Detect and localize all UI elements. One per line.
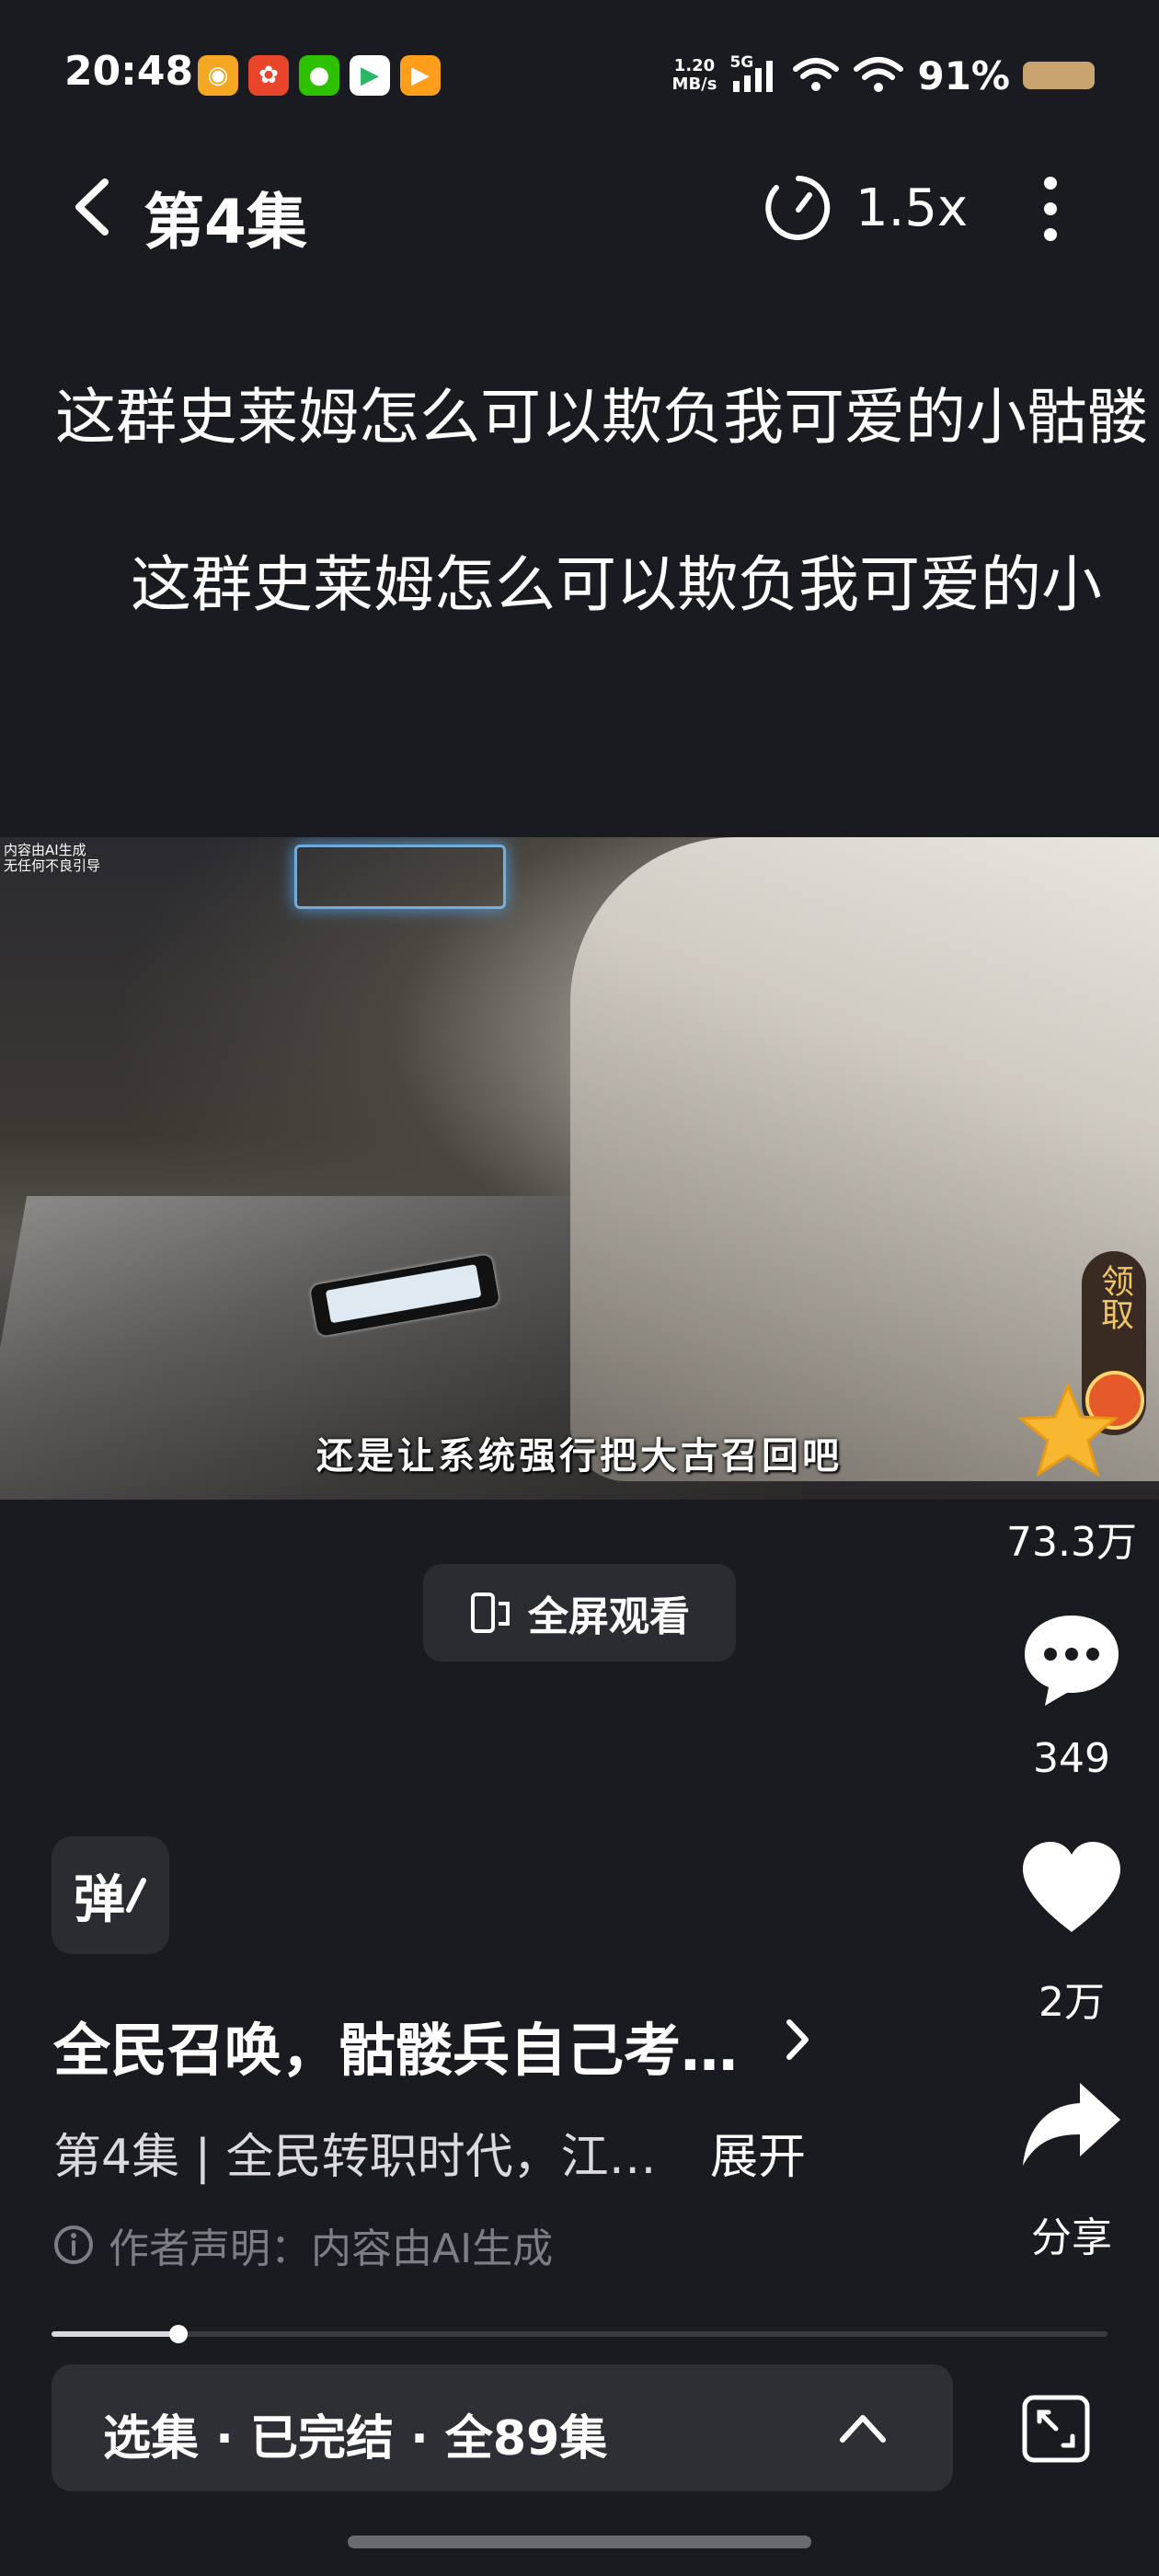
wifi-icon [854, 57, 904, 92]
hologram-panel [294, 845, 506, 909]
author-statement: 作者声明：内容由AI生成 [53, 2215, 553, 2274]
ai-generated-watermark: 内容由AI生成 无任何不良引导 [4, 843, 100, 874]
drama-title-link[interactable]: 全民召唤，骷髅兵自己考… [53, 2004, 738, 2087]
danmaku-off-slash-icon [126, 1878, 146, 1913]
progress-fill [52, 2331, 178, 2337]
video-app-icon: ▶ [400, 55, 441, 96]
share-arrow-icon[interactable] [1019, 2079, 1124, 2171]
progress-thumb[interactable] [168, 2325, 188, 2343]
comment-icon[interactable] [1019, 1610, 1124, 1711]
scrolling-subtitle-line: 这群史莱姆怎么可以欺负我可爱的小 [131, 549, 1102, 620]
danmaku-label: 弹 [74, 1869, 125, 1930]
video-player[interactable]: 内容由AI生成 无任何不良引导 还是让系统强行把大古召回吧 [0, 837, 1159, 1500]
top-nav-bar: 第4集 1.5x [0, 156, 1159, 258]
ai-mark-line: 无任何不良引导 [4, 857, 101, 874]
phone-screen: 20:48 ◉ ✿ ● ▶ ▶ 1.20 MB/s 5G 91% 第4集 1.5… [0, 0, 1159, 2576]
network-speed: 1.20 MB/s [672, 57, 717, 94]
fullscreen-button[interactable]: 全屏观看 [423, 1564, 736, 1662]
status-indicators: 1.20 MB/s 5G 91% [672, 48, 1095, 103]
episode-description: 第4集 | 全民转职时代，江… [53, 2130, 657, 2185]
notification-app-icons: ◉ ✿ ● ▶ ▶ [198, 55, 441, 96]
picture-in-picture-icon[interactable] [1019, 2392, 1093, 2466]
expand-button[interactable]: 展开 [710, 2118, 806, 2187]
share-label: 分享 [1031, 2214, 1112, 2261]
rotate-screen-icon [471, 1593, 510, 1633]
author-statement-text: 作者声明：内容由AI生成 [109, 2225, 554, 2272]
wifi-6-icon [793, 58, 840, 91]
danmaku-toggle-button[interactable]: 弹 [52, 1836, 169, 1954]
reward-claim-label: 领取 [1096, 1264, 1133, 1330]
network-speed-value: 1.20 [673, 56, 716, 75]
more-options-icon[interactable] [1030, 177, 1071, 241]
info-icon [54, 2225, 93, 2264]
playback-speed-button[interactable]: 1.5x [855, 178, 968, 238]
battery-icon [1023, 62, 1095, 89]
scrolling-subtitle-line: 这群史莱姆怎么可以欺负我可爱的小骷髅 [55, 382, 1148, 453]
film-app-icon: ✿ [248, 55, 289, 96]
fullscreen-label: 全屏观看 [528, 1593, 690, 1640]
status-bar: 20:48 ◉ ✿ ● ▶ ▶ 1.20 MB/s 5G 91% [0, 0, 1159, 152]
back-arrow-icon[interactable] [66, 177, 121, 237]
like-count: 2万 [1039, 1979, 1105, 2026]
chevron-right-icon[interactable] [782, 2017, 813, 2063]
playback-speed-icon[interactable] [763, 173, 833, 243]
status-time: 20:48 [64, 48, 194, 95]
video-play-icon: ▶ [350, 55, 390, 96]
episode-selector-label: 选集 · 已完结 · 全89集 [103, 2411, 608, 2467]
star-collect-icon[interactable] [1017, 1380, 1119, 1481]
wechat-icon: ● [299, 55, 339, 96]
collect-count: 73.3万 [1006, 1519, 1137, 1566]
heart-like-icon[interactable] [1019, 1840, 1124, 1936]
weibo-icon: ◉ [198, 55, 238, 96]
video-progress-bar[interactable] [52, 2325, 1107, 2343]
chevron-up-icon [840, 2415, 886, 2443]
ai-mark-line: 内容由AI生成 [4, 842, 86, 858]
home-indicator[interactable] [348, 2536, 811, 2548]
cellular-signal-icon: 5G [729, 53, 779, 94]
comment-count: 349 [1033, 1735, 1110, 1782]
episode-title: 第4集 [143, 187, 307, 258]
network-speed-unit: MB/s [671, 75, 717, 94]
episode-selector-bar[interactable]: 选集 · 已完结 · 全89集 [52, 2364, 953, 2491]
battery-percent: 91% [917, 52, 1010, 98]
video-caption: 还是让系统强行把大古召回吧 [316, 1434, 843, 1478]
